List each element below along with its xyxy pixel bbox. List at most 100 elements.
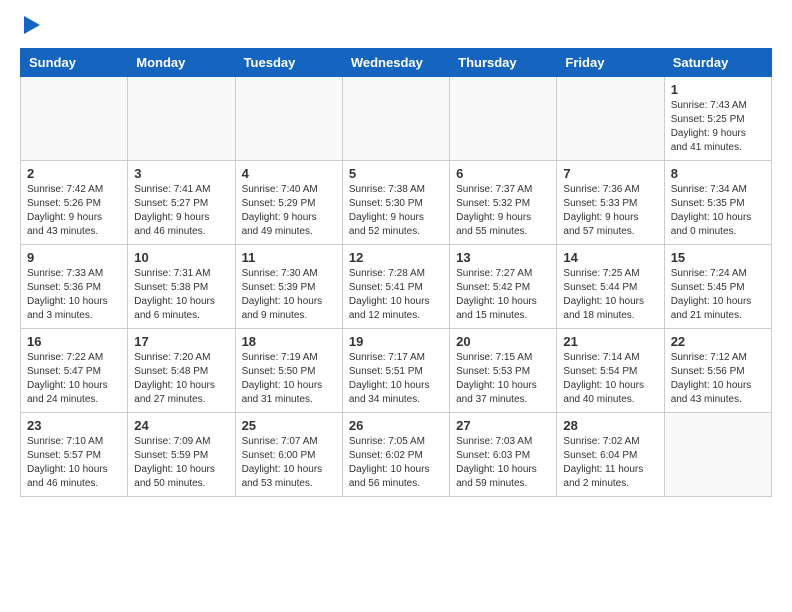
- day-number: 12: [349, 250, 443, 265]
- calendar-week-1: 1 Sunrise: 7:43 AM Sunset: 5:25 PM Daylig…: [21, 77, 772, 161]
- calendar-week-4: 16Sunrise: 7:22 AM Sunset: 5:47 PM Dayli…: [21, 329, 772, 413]
- day-number: 9: [27, 250, 121, 265]
- day-detail: Sunrise: 7:34 AM Sunset: 5:35 PM Dayligh…: [671, 183, 765, 239]
- day-number: 24: [134, 418, 228, 433]
- day-number: 28: [563, 418, 657, 433]
- day-number: 18: [242, 334, 336, 349]
- calendar-day-8: 8 Sunrise: 7:34 AM Sunset: 5:35 PM Daylig…: [664, 161, 771, 245]
- calendar-day-10: 10Sunrise: 7:31 AM Sunset: 5:38 PM Dayli…: [128, 245, 235, 329]
- calendar-day-4: 4 Sunrise: 7:40 AM Sunset: 5:29 PM Daylig…: [235, 161, 342, 245]
- day-detail: Sunrise: 7:14 AM Sunset: 5:54 PM Dayligh…: [563, 351, 657, 407]
- day-number: 21: [563, 334, 657, 349]
- calendar-day-22: 22 Sunrise: 7:12 AM Sunset: 5:56 PM Dayli…: [664, 329, 771, 413]
- day-detail: Sunrise: 7:07 AM Sunset: 6:00 PM Dayligh…: [242, 435, 336, 491]
- calendar-day-21: 21 Sunrise: 7:14 AM Sunset: 5:54 PM Dayli…: [557, 329, 664, 413]
- weekday-header-sunday: Sunday: [21, 49, 128, 77]
- day-number: 2: [27, 166, 121, 181]
- day-number: 19: [349, 334, 443, 349]
- calendar-day-11: 11 Sunrise: 7:30 AM Sunset: 5:39 PM Dayli…: [235, 245, 342, 329]
- calendar-day-6: 6 Sunrise: 7:37 AM Sunset: 5:32 PM Daylig…: [450, 161, 557, 245]
- calendar-day-empty: [342, 77, 449, 161]
- day-detail: Sunrise: 7:25 AM Sunset: 5:44 PM Dayligh…: [563, 267, 657, 323]
- calendar-header-row: SundayMondayTuesdayWednesdayThursdayFrid…: [21, 49, 772, 77]
- day-number: 27: [456, 418, 550, 433]
- calendar-week-5: 23 Sunrise: 7:10 AM Sunset: 5:57 PM Dayli…: [21, 413, 772, 497]
- day-detail: Sunrise: 7:12 AM Sunset: 5:56 PM Dayligh…: [671, 351, 765, 407]
- calendar-day-25: 25 Sunrise: 7:07 AM Sunset: 6:00 PM Dayli…: [235, 413, 342, 497]
- calendar-day-20: 20 Sunrise: 7:15 AM Sunset: 5:53 PM Dayli…: [450, 329, 557, 413]
- day-detail: Sunrise: 7:17 AM Sunset: 5:51 PM Dayligh…: [349, 351, 443, 407]
- calendar-table: SundayMondayTuesdayWednesdayThursdayFrid…: [20, 48, 772, 497]
- day-detail: Sunrise: 7:27 AM Sunset: 5:42 PM Dayligh…: [456, 267, 550, 323]
- weekday-header-thursday: Thursday: [450, 49, 557, 77]
- calendar-day-3: 3 Sunrise: 7:41 AM Sunset: 5:27 PM Daylig…: [128, 161, 235, 245]
- day-number: 25: [242, 418, 336, 433]
- calendar-day-2: 2Sunrise: 7:42 AM Sunset: 5:26 PM Daylig…: [21, 161, 128, 245]
- calendar-day-14: 14 Sunrise: 7:25 AM Sunset: 5:44 PM Dayli…: [557, 245, 664, 329]
- calendar-day-26: 26 Sunrise: 7:05 AM Sunset: 6:02 PM Dayli…: [342, 413, 449, 497]
- calendar-day-13: 13 Sunrise: 7:27 AM Sunset: 5:42 PM Dayli…: [450, 245, 557, 329]
- day-number: 3: [134, 166, 228, 181]
- calendar-day-empty: [235, 77, 342, 161]
- day-number: 11: [242, 250, 336, 265]
- day-number: 4: [242, 166, 336, 181]
- day-detail: Sunrise: 7:37 AM Sunset: 5:32 PM Dayligh…: [456, 183, 550, 239]
- calendar-day-12: 12 Sunrise: 7:28 AM Sunset: 5:41 PM Dayli…: [342, 245, 449, 329]
- calendar-day-5: 5 Sunrise: 7:38 AM Sunset: 5:30 PM Daylig…: [342, 161, 449, 245]
- day-detail: Sunrise: 7:31 AM Sunset: 5:38 PM Dayligh…: [134, 267, 228, 323]
- calendar-day-empty: [664, 413, 771, 497]
- day-number: 7: [563, 166, 657, 181]
- weekday-header-monday: Monday: [128, 49, 235, 77]
- day-number: 26: [349, 418, 443, 433]
- day-detail: Sunrise: 7:03 AM Sunset: 6:03 PM Dayligh…: [456, 435, 550, 491]
- day-number: 14: [563, 250, 657, 265]
- calendar-day-18: 18 Sunrise: 7:19 AM Sunset: 5:50 PM Dayli…: [235, 329, 342, 413]
- weekday-header-friday: Friday: [557, 49, 664, 77]
- calendar-day-28: 28 Sunrise: 7:02 AM Sunset: 6:04 PM Dayli…: [557, 413, 664, 497]
- calendar-week-2: 2Sunrise: 7:42 AM Sunset: 5:26 PM Daylig…: [21, 161, 772, 245]
- day-number: 22: [671, 334, 765, 349]
- day-detail: Sunrise: 7:41 AM Sunset: 5:27 PM Dayligh…: [134, 183, 228, 239]
- day-number: 23: [27, 418, 121, 433]
- calendar-day-empty: [128, 77, 235, 161]
- day-number: 8: [671, 166, 765, 181]
- calendar-day-17: 17 Sunrise: 7:20 AM Sunset: 5:48 PM Dayli…: [128, 329, 235, 413]
- calendar-day-empty: [450, 77, 557, 161]
- day-detail: Sunrise: 7:02 AM Sunset: 6:04 PM Dayligh…: [563, 435, 657, 491]
- day-detail: Sunrise: 7:09 AM Sunset: 5:59 PM Dayligh…: [134, 435, 228, 491]
- day-number: 17: [134, 334, 228, 349]
- day-detail: Sunrise: 7:20 AM Sunset: 5:48 PM Dayligh…: [134, 351, 228, 407]
- day-number: 20: [456, 334, 550, 349]
- calendar-day-23: 23 Sunrise: 7:10 AM Sunset: 5:57 PM Dayli…: [21, 413, 128, 497]
- day-number: 13: [456, 250, 550, 265]
- calendar-day-24: 24 Sunrise: 7:09 AM Sunset: 5:59 PM Dayli…: [128, 413, 235, 497]
- weekday-header-saturday: Saturday: [664, 49, 771, 77]
- calendar-day-9: 9Sunrise: 7:33 AM Sunset: 5:36 PM Daylig…: [21, 245, 128, 329]
- day-detail: Sunrise: 7:38 AM Sunset: 5:30 PM Dayligh…: [349, 183, 443, 239]
- day-detail: Sunrise: 7:05 AM Sunset: 6:02 PM Dayligh…: [349, 435, 443, 491]
- calendar-day-empty: [21, 77, 128, 161]
- page-header: [20, 20, 772, 38]
- day-detail: Sunrise: 7:43 AM Sunset: 5:25 PM Dayligh…: [671, 99, 765, 155]
- day-detail: Sunrise: 7:24 AM Sunset: 5:45 PM Dayligh…: [671, 267, 765, 323]
- day-number: 6: [456, 166, 550, 181]
- day-number: 5: [349, 166, 443, 181]
- calendar-day-1: 1 Sunrise: 7:43 AM Sunset: 5:25 PM Daylig…: [664, 77, 771, 161]
- day-number: 16: [27, 334, 121, 349]
- calendar-day-7: 7 Sunrise: 7:36 AM Sunset: 5:33 PM Daylig…: [557, 161, 664, 245]
- day-detail: Sunrise: 7:28 AM Sunset: 5:41 PM Dayligh…: [349, 267, 443, 323]
- day-detail: Sunrise: 7:30 AM Sunset: 5:39 PM Dayligh…: [242, 267, 336, 323]
- calendar-week-3: 9Sunrise: 7:33 AM Sunset: 5:36 PM Daylig…: [21, 245, 772, 329]
- day-detail: Sunrise: 7:36 AM Sunset: 5:33 PM Dayligh…: [563, 183, 657, 239]
- day-detail: Sunrise: 7:15 AM Sunset: 5:53 PM Dayligh…: [456, 351, 550, 407]
- day-number: 1: [671, 82, 765, 97]
- day-detail: Sunrise: 7:19 AM Sunset: 5:50 PM Dayligh…: [242, 351, 336, 407]
- day-detail: Sunrise: 7:40 AM Sunset: 5:29 PM Dayligh…: [242, 183, 336, 239]
- weekday-header-wednesday: Wednesday: [342, 49, 449, 77]
- calendar-day-19: 19 Sunrise: 7:17 AM Sunset: 5:51 PM Dayli…: [342, 329, 449, 413]
- logo-triangle-icon: [24, 16, 40, 34]
- calendar-day-15: 15 Sunrise: 7:24 AM Sunset: 5:45 PM Dayli…: [664, 245, 771, 329]
- day-number: 15: [671, 250, 765, 265]
- calendar-day-16: 16Sunrise: 7:22 AM Sunset: 5:47 PM Dayli…: [21, 329, 128, 413]
- day-detail: Sunrise: 7:10 AM Sunset: 5:57 PM Dayligh…: [27, 435, 121, 491]
